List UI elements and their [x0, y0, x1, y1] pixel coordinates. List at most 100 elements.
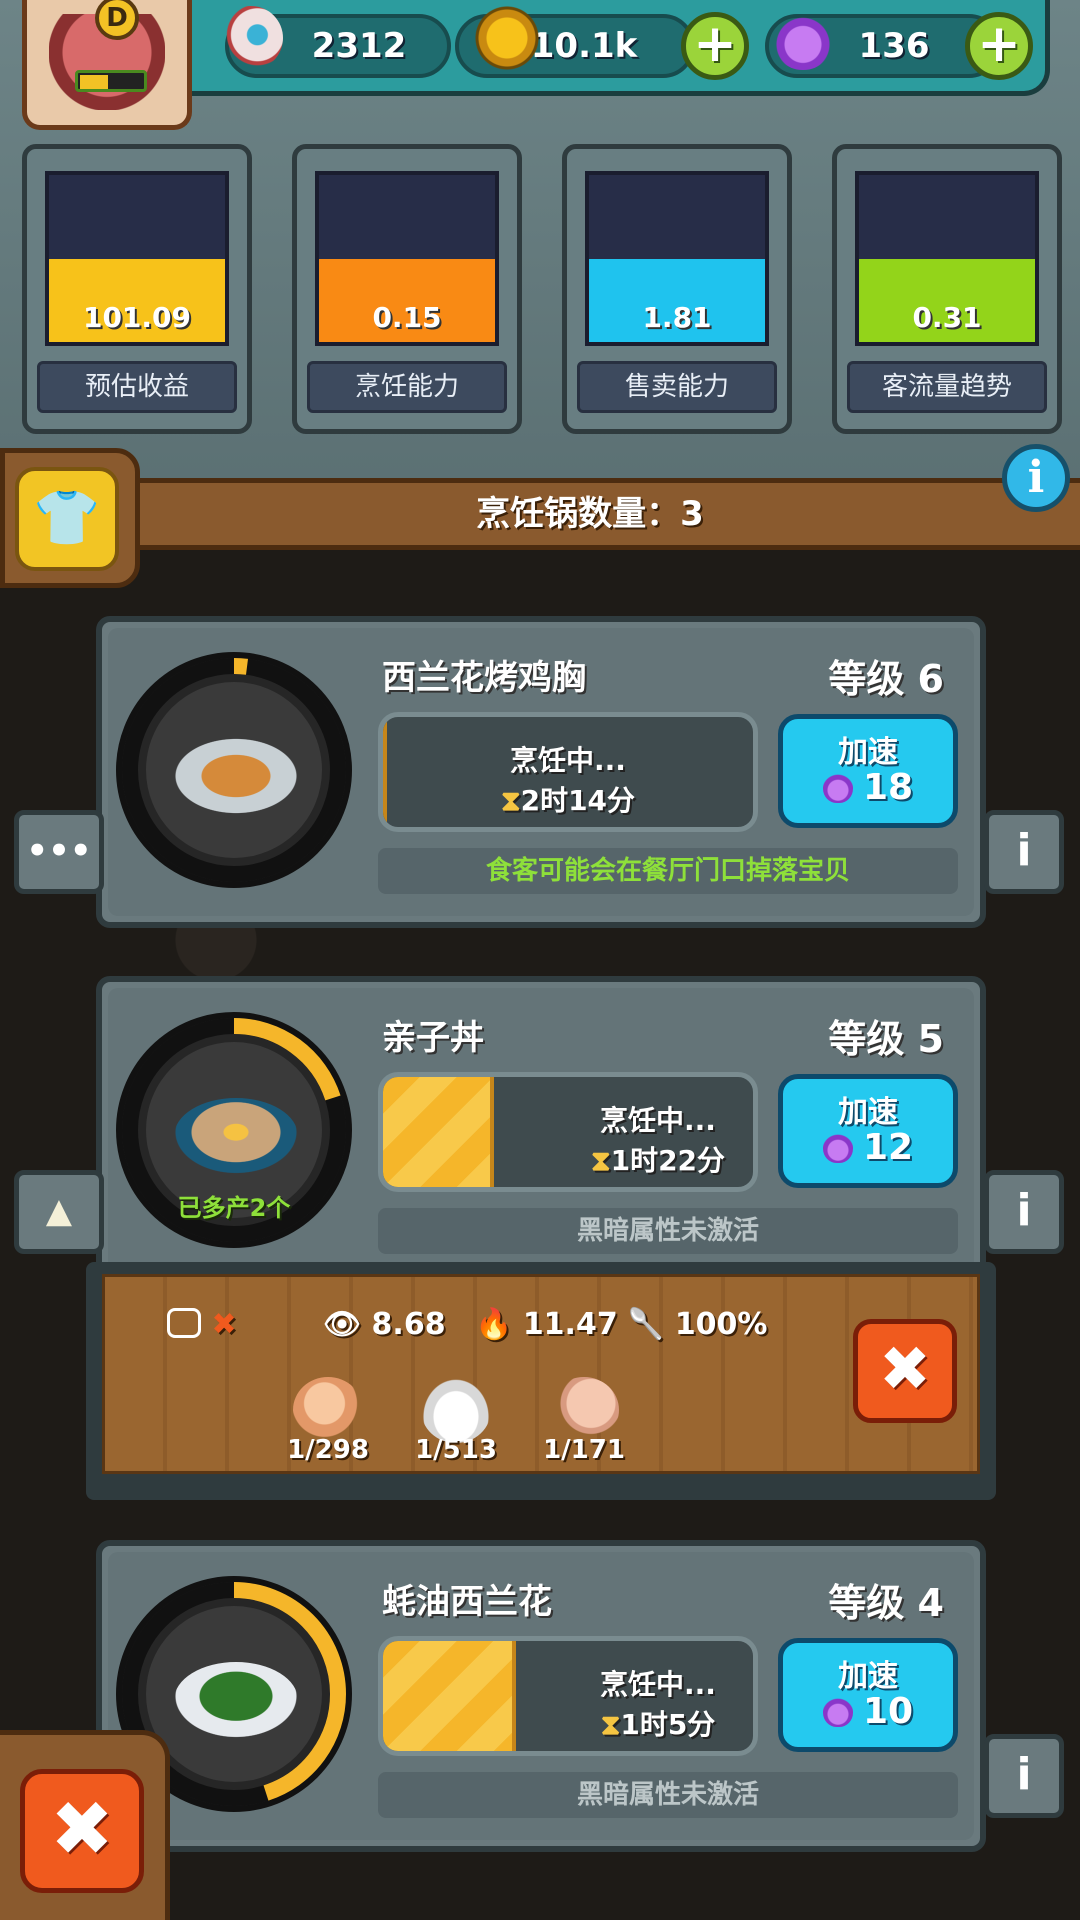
gauge-estimated-income[interactable]: 101.09 预估收益	[22, 144, 252, 434]
rice-icon	[421, 1377, 491, 1443]
spatula-icon: 🥄	[627, 1307, 665, 1342]
add-potion-button[interactable]: +	[965, 12, 1033, 80]
cooking-status: 烹饪中...	[510, 744, 626, 777]
heat-value: 11.47	[522, 1307, 618, 1342]
potion-value: 136	[858, 26, 930, 66]
gauge-cooking-ability[interactable]: 0.15 烹饪能力	[292, 144, 522, 434]
hourglass-icon: ⧗	[590, 1144, 611, 1177]
ingredient-egg: 1/298	[273, 1377, 383, 1465]
cooking-progress: 烹饪中... ⧗2时14分	[378, 712, 758, 832]
time-text: 1时5分	[620, 1708, 716, 1741]
gauge-customer-trend[interactable]: 0.31 客流量趋势	[832, 144, 1062, 434]
card-footer-text: 黑暗属性未激活	[378, 1208, 958, 1254]
time-text: 2时14分	[520, 784, 636, 817]
potion-icon	[822, 771, 853, 803]
ingredient-count: 1/171	[543, 1435, 625, 1465]
outfit-button[interactable]: 👕	[0, 448, 140, 588]
gauge-tank: 1.81	[585, 171, 769, 346]
quality-stat: 🥄 100%	[627, 1307, 768, 1342]
cooking-progress: 烹饪中... ⧗1时22分	[378, 1072, 758, 1192]
grid-icon	[167, 1308, 201, 1338]
dish-info-button[interactable]: i	[984, 810, 1064, 894]
speed-up-button[interactable]: 加速 18	[778, 714, 958, 828]
hourglass-icon: ⧗	[600, 1708, 621, 1741]
cooking-pot-card: 已多产2个 亲子丼 等级 5 烹饪中... ⧗1时22分 加速 12 黑暗属性未…	[96, 976, 986, 1288]
cooking-status: 烹饪中...	[600, 1104, 716, 1137]
cooking-pot-card: 西兰花烤鸡胸 等级 6 烹饪中... ⧗2时14分 加速 18 食客可能会在餐厅…	[96, 616, 986, 928]
pot[interactable]	[116, 652, 352, 888]
card-footer-text: 黑暗属性未激活	[378, 1772, 958, 1818]
crossed-icon: ✖	[211, 1307, 237, 1342]
cooking-time: ⧗2时14分	[383, 779, 753, 819]
shirt-icon: 👕	[15, 467, 119, 571]
slot-status: ✖	[167, 1307, 237, 1342]
pot-interior	[146, 1606, 322, 1782]
gold-coin-icon	[475, 6, 539, 70]
cost-value: 12	[862, 1127, 914, 1168]
eye-icon: 👁	[323, 1307, 362, 1342]
collapse-button[interactable]: ▲	[14, 1170, 104, 1254]
card-footer-text: 食客可能会在餐厅门口掉落宝贝	[378, 848, 958, 894]
time-text: 1时22分	[610, 1144, 726, 1177]
broccoli-dish-icon	[174, 1662, 298, 1738]
pot-count-banner: 烹饪锅数量：3	[100, 478, 1080, 550]
pot-interior	[146, 682, 322, 858]
cooking-time: ⧗1时5分	[473, 1703, 753, 1743]
flame-icon: 🔥	[475, 1307, 513, 1342]
dish-level: 等级 5	[828, 1017, 944, 1061]
ingredient-rice: 1/513	[401, 1377, 511, 1465]
dish-level: 等级 4	[828, 1581, 944, 1625]
cooking-status: 烹饪中...	[600, 1668, 716, 1701]
speed-up-label: 加速	[838, 1659, 898, 1694]
potion-icon	[822, 1131, 853, 1163]
add-gold-button[interactable]: +	[681, 12, 749, 80]
eyeball-icon	[219, 6, 283, 70]
grilled-chicken-dish-icon	[174, 738, 298, 814]
dish-detail-panel: ✖ 👁 8.68 🔥 11.47 🥄 100% 1/298 1/513 1/17…	[86, 1262, 996, 1500]
remove-dish-button[interactable]: ✖	[853, 1319, 957, 1423]
potion-icon	[771, 6, 835, 70]
pot-count-text: 烹饪锅数量：3	[476, 494, 704, 534]
dish-name: 亲子丼	[382, 1018, 484, 1058]
extra-output-note: 已多产2个	[177, 1194, 291, 1222]
gauge-tank: 0.15	[315, 171, 499, 346]
gauge-label: 售卖能力	[577, 361, 777, 413]
cooking-pot-card: 蚝油西兰花 等级 4 烹饪中... ⧗1时5分 加速 10 黑暗属性未激活	[96, 1540, 986, 1852]
cooking-time: ⧗1时22分	[473, 1139, 753, 1179]
dish-info-button[interactable]: i	[984, 1734, 1064, 1818]
resource-bar: 2312 10.1k + 136 +	[150, 0, 1050, 96]
gauge-value: 1.81	[642, 301, 712, 334]
gauge-selling-ability[interactable]: 1.81 售卖能力	[562, 144, 792, 434]
close-button[interactable]: ✖	[20, 1769, 144, 1893]
speed-up-button[interactable]: 加速 10	[778, 1638, 958, 1752]
speed-up-label: 加速	[838, 735, 898, 770]
gauge-value: 0.31	[912, 301, 982, 334]
more-options-button[interactable]: •••	[14, 810, 104, 894]
info-button[interactable]: i	[1002, 444, 1070, 512]
dish-name: 西兰花烤鸡胸	[382, 658, 586, 698]
player-avatar[interactable]: D	[22, 0, 192, 130]
heat-stat: 🔥 11.47	[475, 1307, 618, 1342]
detail-wood-board: ✖ 👁 8.68 🔥 11.47 🥄 100% 1/298 1/513 1/17…	[102, 1274, 980, 1474]
gauge-tank: 101.09	[45, 171, 229, 346]
cost-value: 10	[862, 1691, 914, 1732]
popularity-value: 8.68	[371, 1307, 446, 1342]
gauge-label: 烹饪能力	[307, 361, 507, 413]
speed-up-cost: 10	[783, 1691, 953, 1732]
quality-value: 100%	[674, 1307, 768, 1342]
pot[interactable]: 已多产2个	[116, 1012, 352, 1248]
ingredient-count: 1/298	[287, 1435, 369, 1465]
dish-info-button[interactable]: i	[984, 1170, 1064, 1254]
ingredient-count: 1/513	[415, 1435, 497, 1465]
gauge-tank: 0.31	[855, 171, 1039, 346]
cost-value: 18	[862, 767, 914, 808]
cooking-progress: 烹饪中... ⧗1时5分	[378, 1636, 758, 1756]
hourglass-icon: ⧗	[500, 784, 521, 817]
gauge-label: 预估收益	[37, 361, 237, 413]
speed-up-cost: 18	[783, 767, 953, 808]
dish-level: 等级 6	[828, 657, 944, 701]
egg-icon	[293, 1377, 363, 1443]
avatar-progress	[75, 70, 147, 92]
speed-up-button[interactable]: 加速 12	[778, 1074, 958, 1188]
close-panel: ✖	[0, 1730, 170, 1920]
